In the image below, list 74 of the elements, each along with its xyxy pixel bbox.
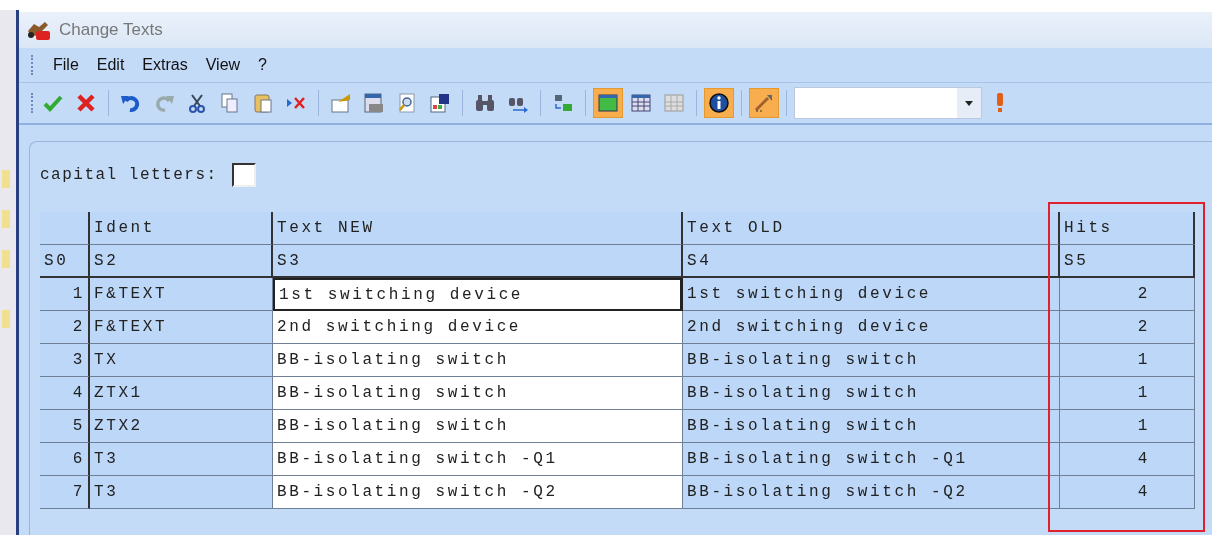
text-field[interactable]: BB-isolating switch <box>273 377 683 410</box>
header-corner <box>40 212 90 245</box>
table-icon <box>663 92 685 114</box>
text-field[interactable]: 1st switching device <box>273 278 683 311</box>
table-cell: 1 <box>1060 344 1195 377</box>
grip-icon <box>31 55 35 75</box>
text-field[interactable]: BB-isolating switch <box>273 344 683 377</box>
row-number: 4 <box>40 377 90 410</box>
column-key: S4 <box>683 245 1060 278</box>
window-icon <box>363 92 385 114</box>
row-number: 5 <box>40 410 90 443</box>
row-number: 1 <box>40 278 90 311</box>
table-cell: TX <box>90 344 273 377</box>
column-key: S5 <box>1060 245 1195 278</box>
column-key: S0 <box>40 245 90 278</box>
table-cell: 2nd switching device <box>683 311 1060 344</box>
replace-icon <box>552 92 574 114</box>
table-cell: F&TEXT <box>90 278 273 311</box>
row-number: 7 <box>40 476 90 509</box>
table-cell: T3 <box>90 476 273 509</box>
menu-item[interactable]: File <box>53 56 79 74</box>
table-cell: BB-isolating switch -Q1 <box>683 443 1060 476</box>
app-icon <box>25 19 53 41</box>
column-header[interactable]: Ident <box>90 212 273 245</box>
table-cell: ZTX1 <box>90 377 273 410</box>
column-header[interactable]: Text NEW <box>273 212 683 245</box>
table-cell: 2 <box>1060 311 1195 344</box>
magnifier-icon <box>396 92 418 114</box>
copy-icon <box>219 92 241 114</box>
text-field[interactable]: BB-isolating switch -Q2 <box>273 476 683 509</box>
row-number: 2 <box>40 311 90 344</box>
column-key: S2 <box>90 245 273 278</box>
table-cell: BB-isolating switch -Q2 <box>683 476 1060 509</box>
table-cell: BB-isolating switch <box>683 377 1060 410</box>
menu-item[interactable]: Extras <box>142 56 188 74</box>
text-field[interactable]: 2nd switching device <box>273 311 683 344</box>
table-cell: 1 <box>1060 410 1195 443</box>
save-icon <box>429 92 451 114</box>
toolbar-button[interactable] <box>704 88 734 118</box>
text-field[interactable]: BB-isolating switch -Q1 <box>273 443 683 476</box>
table-cell: 4 <box>1060 443 1195 476</box>
table-icon <box>597 92 619 114</box>
table-cell: 1st switching device <box>683 278 1060 311</box>
row-number: 3 <box>40 344 90 377</box>
text-field[interactable]: BB-isolating switch <box>273 410 683 443</box>
table-cell: T3 <box>90 443 273 476</box>
wand-icon <box>753 92 775 114</box>
scissors-icon <box>186 92 208 114</box>
window-title: Change Texts <box>59 20 163 40</box>
table-cell: 4 <box>1060 476 1195 509</box>
table-cell: F&TEXT <box>90 311 273 344</box>
table-cell: 1 <box>1060 377 1195 410</box>
menu-item[interactable]: ? <box>258 56 267 74</box>
close-icon <box>75 92 97 114</box>
paste-icon <box>252 92 274 114</box>
row-number: 6 <box>40 443 90 476</box>
binoculars-icon <box>474 92 496 114</box>
checkbox-label: capital letters: <box>40 166 218 184</box>
menu-item[interactable]: View <box>205 56 241 74</box>
grip-icon <box>31 93 35 113</box>
document-icon <box>330 92 352 114</box>
exclamation-icon[interactable] <box>995 92 1005 114</box>
column-key: S3 <box>273 245 683 278</box>
table-cell: BB-isolating switch <box>683 410 1060 443</box>
table-cell: 2 <box>1060 278 1195 311</box>
menu-item[interactable]: Edit <box>96 56 125 74</box>
column-header[interactable]: Text OLD <box>683 212 1060 245</box>
checkbox[interactable] <box>231 163 256 187</box>
info-icon <box>708 92 730 114</box>
caret-icon <box>965 100 973 106</box>
table-cell: BB-isolating switch <box>683 344 1060 377</box>
table-cell: ZTX2 <box>90 410 273 443</box>
table-icon <box>630 92 652 114</box>
column-header[interactable]: Hits <box>1060 212 1195 245</box>
